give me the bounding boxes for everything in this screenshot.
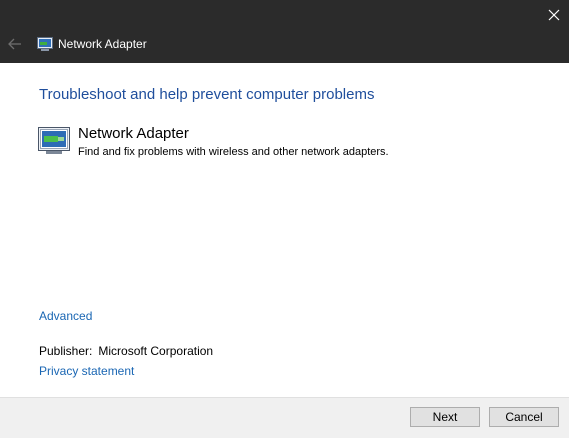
page-heading: Troubleshoot and help prevent computer p… [39,86,375,103]
back-arrow-icon [8,38,21,50]
advanced-link[interactable]: Advanced [39,309,92,324]
title-bar: Network Adapter [0,0,569,63]
close-button[interactable] [539,0,569,30]
window-title: Network Adapter [58,37,147,51]
publisher-value: Microsoft Corporation [98,344,214,358]
troubleshooter-window: Network Adapter Troubleshoot and help pr… [0,0,569,438]
cancel-button[interactable]: Cancel [489,407,559,427]
privacy-statement-link[interactable]: Privacy statement [39,364,134,379]
troubleshooter-item[interactable]: Network Adapter Find and fix problems wi… [38,125,538,165]
back-button[interactable] [4,34,26,54]
next-button[interactable]: Next [410,407,480,427]
network-adapter-icon [38,127,70,154]
item-description: Find and fix problems with wireless and … [78,146,389,158]
publisher-info: Publisher: Microsoft Corporation [39,344,213,359]
publisher-label: Publisher: [39,344,93,358]
item-title: Network Adapter [78,125,189,142]
footer-bar: Next Cancel [0,397,569,438]
network-adapter-small-icon [37,37,53,51]
close-icon [548,9,560,21]
